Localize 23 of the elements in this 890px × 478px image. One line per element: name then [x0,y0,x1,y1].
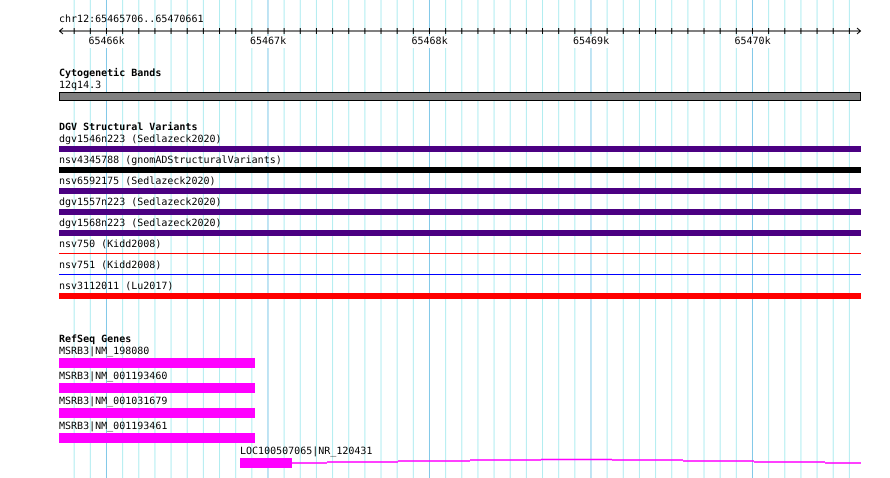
gene-label: MSRB3|NM_198080 [59,346,150,358]
variant-label: dgv1557n223 (Sedlazeck2020) [59,197,222,209]
ruler-tick-label: 65466k [88,36,125,48]
gene-label: LOC100507065|NR_120431 [240,446,372,458]
variant-label: nsv750 (Kidd2008) [59,239,162,251]
variant-label: nsv3112011 (Lu2017) [59,281,174,293]
variant-label: nsv4345788 (gnomADStructuralVariants) [59,155,282,167]
ruler-tick-label: 65467k [250,36,286,48]
track-title: RefSeq Genes [59,334,132,346]
ruler-tick-label: 65469k [572,36,610,48]
locus-label: chr12:65465706..65470661 [59,14,204,26]
ruler-tick-label: 65470k [734,36,771,48]
variant-label: nsv751 (Kidd2008) [59,260,162,272]
band-label: 12q14.3 [59,80,102,92]
variant-label: nsv6592175 (Sedlazeck2020) [59,176,216,188]
gene-label: MSRB3|NM_001193461 [59,421,168,433]
variant-label: dgv1568n223 (Sedlazeck2020) [59,218,222,230]
track-title: Cytogenetic Bands [59,68,162,80]
variant-label: dgv1546n223 (Sedlazeck2020) [59,134,222,146]
track-title: DGV Structural Variants [59,122,198,134]
gene-label: MSRB3|NM_001193460 [59,371,168,383]
ruler-tick-label: 65468k [411,36,448,48]
gene-label: MSRB3|NM_001031679 [59,396,168,408]
